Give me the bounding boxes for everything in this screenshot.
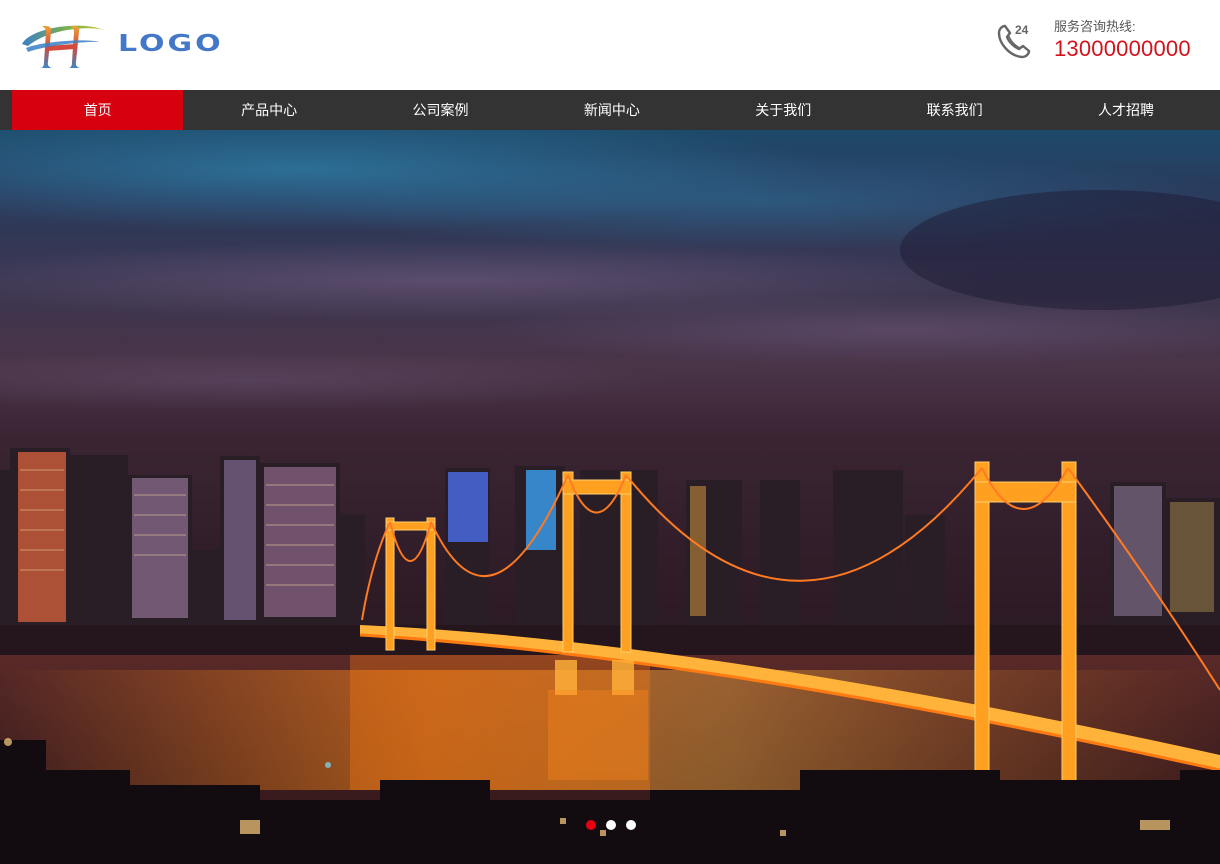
nav-item-news[interactable]: 新闻中心 <box>526 90 697 130</box>
phone-24-icon: 24 <box>997 23 1031 59</box>
nav-item-home[interactable]: 首页 <box>12 90 184 130</box>
logo-mark-icon <box>22 25 104 68</box>
nav-item-products[interactable]: 产品中心 <box>183 90 354 130</box>
main-navigation: 首页 产品中心 公司案例 新闻中心 关于我们 联系我们 人才招聘 <box>0 90 1220 130</box>
logo-text: LOGO <box>118 29 224 58</box>
slide-dot-2[interactable] <box>606 820 616 830</box>
hotline-label: 服务咨询热线: <box>1054 19 1136 34</box>
nav-list: 首页 产品中心 公司案例 新闻中心 关于我们 联系我们 人才招聘 <box>12 90 1220 130</box>
hero-banner[interactable] <box>0 130 1220 864</box>
nav-item-contact[interactable]: 联系我们 <box>869 90 1040 130</box>
slide-dot-3[interactable] <box>626 820 636 830</box>
nav-item-about[interactable]: 关于我们 <box>698 90 869 130</box>
slide-indicators <box>586 820 636 832</box>
slide-dot-1[interactable] <box>586 820 596 830</box>
site-logo[interactable]: LOGO <box>20 18 230 70</box>
banner-image <box>0 130 1220 864</box>
site-header: LOGO 24 服务咨询热线: 13000000000 <box>0 0 1220 90</box>
nav-item-cases[interactable]: 公司案例 <box>355 90 526 130</box>
nav-item-careers[interactable]: 人才招聘 <box>1040 90 1211 130</box>
phone-icon-badge: 24 <box>1015 23 1029 37</box>
hotline-number[interactable]: 13000000000 <box>1054 36 1191 62</box>
hotline-block: 24 服务咨询热线: 13000000000 <box>996 14 1212 70</box>
